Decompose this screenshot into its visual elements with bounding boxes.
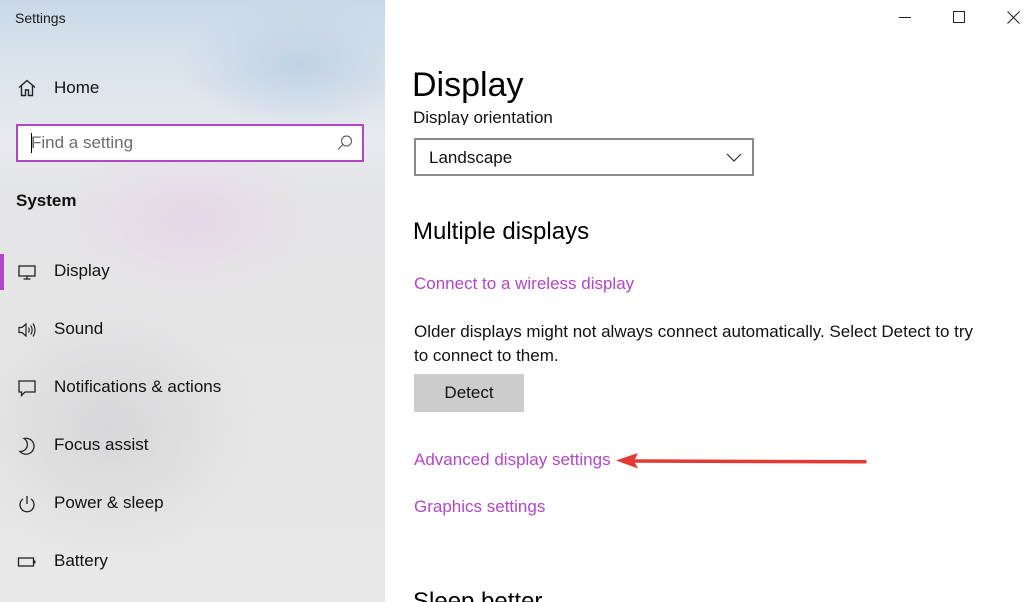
sidebar-acrylic-highlight [180,0,385,130]
page-title: Display [412,66,524,104]
dropdown-selected-value: Landscape [429,148,513,167]
home-nav-item[interactable]: Home [0,70,385,106]
battery-icon [17,552,37,572]
detect-button[interactable]: Detect [414,374,524,412]
orientation-label-text: Display orientation [413,108,553,125]
sidebar-item-notifications[interactable]: Notifications & actions [0,366,385,410]
sidebar: Settings Home System [0,0,385,602]
close-icon [1006,10,1020,24]
maximize-button[interactable] [936,0,982,34]
section-title-multiple-displays: Multiple displays [413,218,590,245]
close-button[interactable] [990,0,1030,34]
connect-wireless-display-link[interactable]: Connect to a wireless display [414,274,634,294]
sidebar-item-label: Sound [54,319,104,338]
sidebar-item-power-sleep[interactable]: Power & sleep [0,482,385,526]
selection-indicator [0,254,4,290]
orientation-label: Display orientation [413,105,553,125]
sidebar-item-sound[interactable]: Sound [0,308,385,352]
sidebar-item-label: Display [54,261,110,280]
minimize-icon [899,17,911,18]
annotation-arrow [616,453,867,469]
text-caret [31,133,32,153]
speaker-icon [17,320,37,340]
graphics-settings-link[interactable]: Graphics settings [414,497,545,517]
monitor-icon [17,262,37,282]
moon-icon [17,436,37,456]
maximize-icon [953,11,965,23]
advanced-display-settings-link[interactable]: Advanced display settings [414,450,611,470]
minimize-button[interactable] [882,0,928,34]
section-header-system: System [16,191,77,210]
notification-icon [17,378,37,398]
search-icon[interactable] [336,134,354,152]
section-title-sleep-better: Sleep better [413,588,543,602]
home-icon [17,78,37,98]
app-title: Settings [15,10,66,26]
search-input[interactable] [18,126,318,160]
sidebar-item-label: Focus assist [54,435,149,454]
detect-description: Older displays might not always connect … [414,322,974,365]
home-label: Home [54,78,100,97]
sidebar-item-label: Power & sleep [54,493,164,512]
search-box[interactable] [16,124,364,162]
chevron-down-icon [726,150,742,164]
sidebar-item-focus-assist[interactable]: Focus assist [0,424,385,468]
sidebar-item-battery[interactable]: Battery [0,540,385,584]
power-icon [17,494,37,514]
orientation-dropdown[interactable]: Landscape [414,138,754,176]
sidebar-item-label: Battery [54,551,108,570]
sidebar-item-display[interactable]: Display [0,250,385,294]
sidebar-item-label: Notifications & actions [54,377,222,396]
